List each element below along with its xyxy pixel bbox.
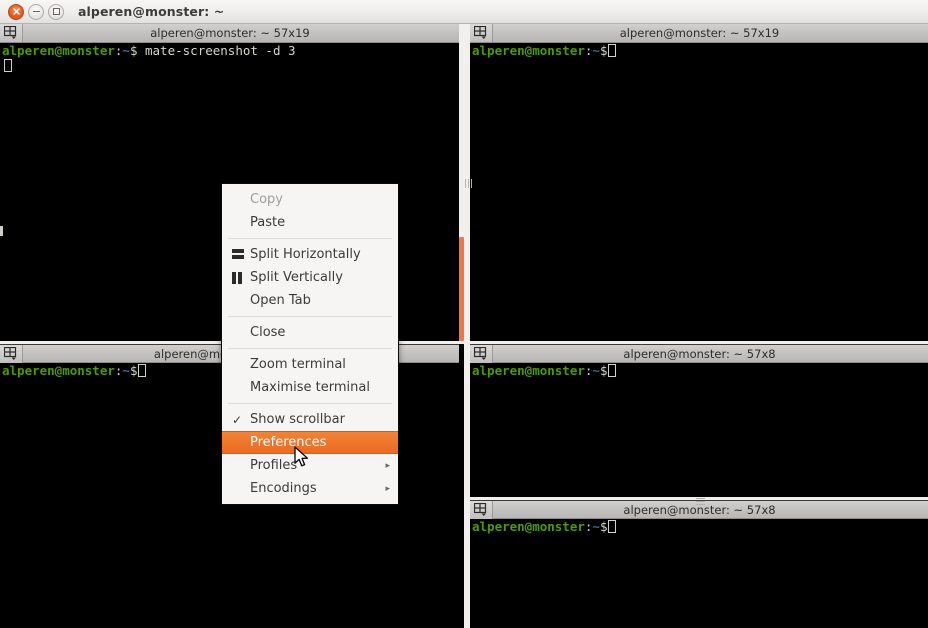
menu-separator-4 bbox=[228, 403, 392, 404]
menu-separator-1 bbox=[228, 238, 392, 239]
terminal-cursor bbox=[138, 364, 147, 377]
menu-item-paste[interactable]: Paste bbox=[222, 211, 398, 234]
menu-item-paste-label: Paste bbox=[250, 215, 286, 230]
split-vertical-icon bbox=[232, 271, 250, 284]
menu-item-maximise-terminal-label: Maximise terminal bbox=[250, 380, 370, 395]
menu-item-copy-label: Copy bbox=[250, 192, 283, 207]
menu-item-split-vertically[interactable]: Split Vertically bbox=[222, 266, 398, 289]
submenu-arrow-icon: ▸ bbox=[385, 483, 390, 494]
menu-item-split-horizontally[interactable]: Split Horizontally bbox=[222, 243, 398, 266]
terminal-context-menu[interactable]: Copy Paste Split Horizontally Split Vert… bbox=[221, 183, 399, 505]
close-icon bbox=[12, 8, 20, 15]
menu-separator-3 bbox=[228, 348, 392, 349]
terminator-window: alperen@monster: ~ alperen@monster: ~ 57… bbox=[0, 0, 928, 628]
pane-right-bottom[interactable]: alperen@monster: ~ 57x8 alperen@monster:… bbox=[470, 500, 928, 628]
terminal-prompt-line: alperen@monster:~$ bbox=[470, 519, 928, 534]
prompt-user: alperen@monster bbox=[2, 43, 115, 58]
terminal-prompt-line: alperen@monster:~$ bbox=[470, 363, 928, 378]
prompt-path: ~ bbox=[122, 363, 130, 378]
pane-top-left-title: alperen@monster: ~ 57x19 bbox=[150, 26, 310, 40]
terminal-cursor bbox=[608, 364, 617, 377]
menu-separator-2 bbox=[228, 316, 392, 317]
vertical-pane-separator[interactable] bbox=[464, 24, 470, 628]
pane-right-middle-title: alperen@monster: ~ 57x8 bbox=[623, 346, 776, 361]
terminal-cursor-line bbox=[0, 58, 459, 73]
submenu-arrow-icon: ▸ bbox=[385, 460, 390, 471]
horizontal-separator-grip[interactable] bbox=[696, 498, 705, 505]
close-window-button[interactable] bbox=[8, 3, 24, 20]
menu-item-zoom-terminal-label: Zoom terminal bbox=[250, 357, 346, 372]
prompt-sigil: $ bbox=[599, 519, 608, 534]
maximize-icon bbox=[52, 8, 60, 15]
pane-layout-icon[interactable] bbox=[470, 344, 493, 363]
window-titlebar: alperen@monster: ~ bbox=[0, 0, 928, 24]
maximize-window-button[interactable] bbox=[48, 3, 64, 20]
menu-item-preferences-label: Preferences bbox=[250, 435, 327, 450]
terminal-prompt-line: alperen@monster:~$ mate-screenshot -d 3 bbox=[0, 43, 459, 58]
menu-item-maximise-terminal[interactable]: Maximise terminal bbox=[222, 376, 398, 399]
window-resize-nub[interactable] bbox=[0, 226, 3, 236]
pane-right-bottom-body[interactable]: alperen@monster:~$ bbox=[470, 519, 928, 628]
prompt-user: alperen@monster bbox=[2, 363, 115, 378]
menu-item-encodings-label: Encodings bbox=[250, 481, 317, 496]
pane-top-right[interactable]: alperen@monster: ~ 57x19 alperen@monster… bbox=[470, 24, 928, 341]
pane-right-middle[interactable]: alperen@monster: ~ 57x8 alperen@monster:… bbox=[470, 344, 928, 497]
pane-top-right-body[interactable]: alperen@monster:~$ bbox=[470, 43, 928, 341]
prompt-sigil: $ bbox=[599, 363, 608, 378]
pane-layout-icon[interactable] bbox=[470, 500, 493, 519]
menu-item-profiles-label: Profiles bbox=[250, 458, 298, 473]
prompt-sigil: $ bbox=[129, 363, 138, 378]
menu-item-split-vertically-label: Split Vertically bbox=[250, 270, 343, 285]
pane-top-left-header: alperen@monster: ~ 57x19 bbox=[0, 24, 459, 43]
prompt-sigil: $ bbox=[599, 43, 608, 58]
menu-item-show-scrollbar[interactable]: ✓ Show scrollbar bbox=[222, 408, 398, 431]
prompt-user: alperen@monster bbox=[472, 43, 585, 58]
prompt-path: ~ bbox=[592, 363, 600, 378]
pane-right-middle-header: alperen@monster: ~ 57x8 bbox=[470, 344, 928, 363]
menu-item-open-tab[interactable]: Open Tab bbox=[222, 289, 398, 312]
menu-item-open-tab-label: Open Tab bbox=[250, 293, 311, 308]
pane-top-right-title: alperen@monster: ~ 57x19 bbox=[619, 26, 780, 40]
horizontal-pane-separator-right-upper[interactable] bbox=[470, 341, 928, 344]
pane-layout-icon[interactable] bbox=[0, 24, 23, 42]
pane-right-bottom-title: alperen@monster: ~ 57x8 bbox=[623, 502, 776, 517]
window-title: alperen@monster: ~ bbox=[78, 4, 225, 19]
check-icon: ✓ bbox=[232, 412, 243, 427]
prompt-path: ~ bbox=[592, 43, 600, 58]
pane-layout-icon[interactable] bbox=[0, 344, 23, 363]
menu-item-close-label: Close bbox=[250, 325, 286, 340]
terminal-command: mate-screenshot -d 3 bbox=[137, 43, 296, 58]
prompt-path: ~ bbox=[122, 43, 130, 58]
terminal-cursor bbox=[608, 520, 617, 533]
pane-right-middle-body[interactable]: alperen@monster:~$ bbox=[470, 363, 928, 497]
pane-top-right-header: alperen@monster: ~ 57x19 bbox=[470, 24, 928, 43]
terminal-cursor bbox=[608, 44, 617, 57]
minimize-icon bbox=[32, 10, 40, 13]
terminal-cursor bbox=[4, 59, 12, 72]
minimize-window-button[interactable] bbox=[28, 3, 44, 20]
prompt-path: ~ bbox=[592, 519, 600, 534]
window-controls bbox=[8, 3, 64, 20]
menu-item-close[interactable]: Close bbox=[222, 321, 398, 344]
vertical-separator-grip[interactable] bbox=[465, 179, 472, 188]
prompt-user: alperen@monster bbox=[472, 363, 585, 378]
menu-item-show-scrollbar-label: Show scrollbar bbox=[250, 412, 345, 427]
menu-item-encodings[interactable]: Encodings ▸ bbox=[222, 477, 398, 500]
pane-layout-icon[interactable] bbox=[470, 24, 493, 42]
menu-item-zoom-terminal[interactable]: Zoom terminal bbox=[222, 353, 398, 376]
menu-item-preferences[interactable]: Preferences bbox=[222, 431, 398, 454]
prompt-user: alperen@monster bbox=[472, 519, 585, 534]
menu-item-split-horizontally-label: Split Horizontally bbox=[250, 247, 361, 262]
menu-item-profiles[interactable]: Profiles ▸ bbox=[222, 454, 398, 477]
terminal-prompt-line: alperen@monster:~$ bbox=[470, 43, 928, 58]
terminal-grid: alperen@monster: ~ 57x19 alperen@monster… bbox=[0, 24, 928, 628]
menu-item-copy[interactable]: Copy bbox=[222, 188, 398, 211]
split-horizontal-icon bbox=[232, 249, 250, 260]
